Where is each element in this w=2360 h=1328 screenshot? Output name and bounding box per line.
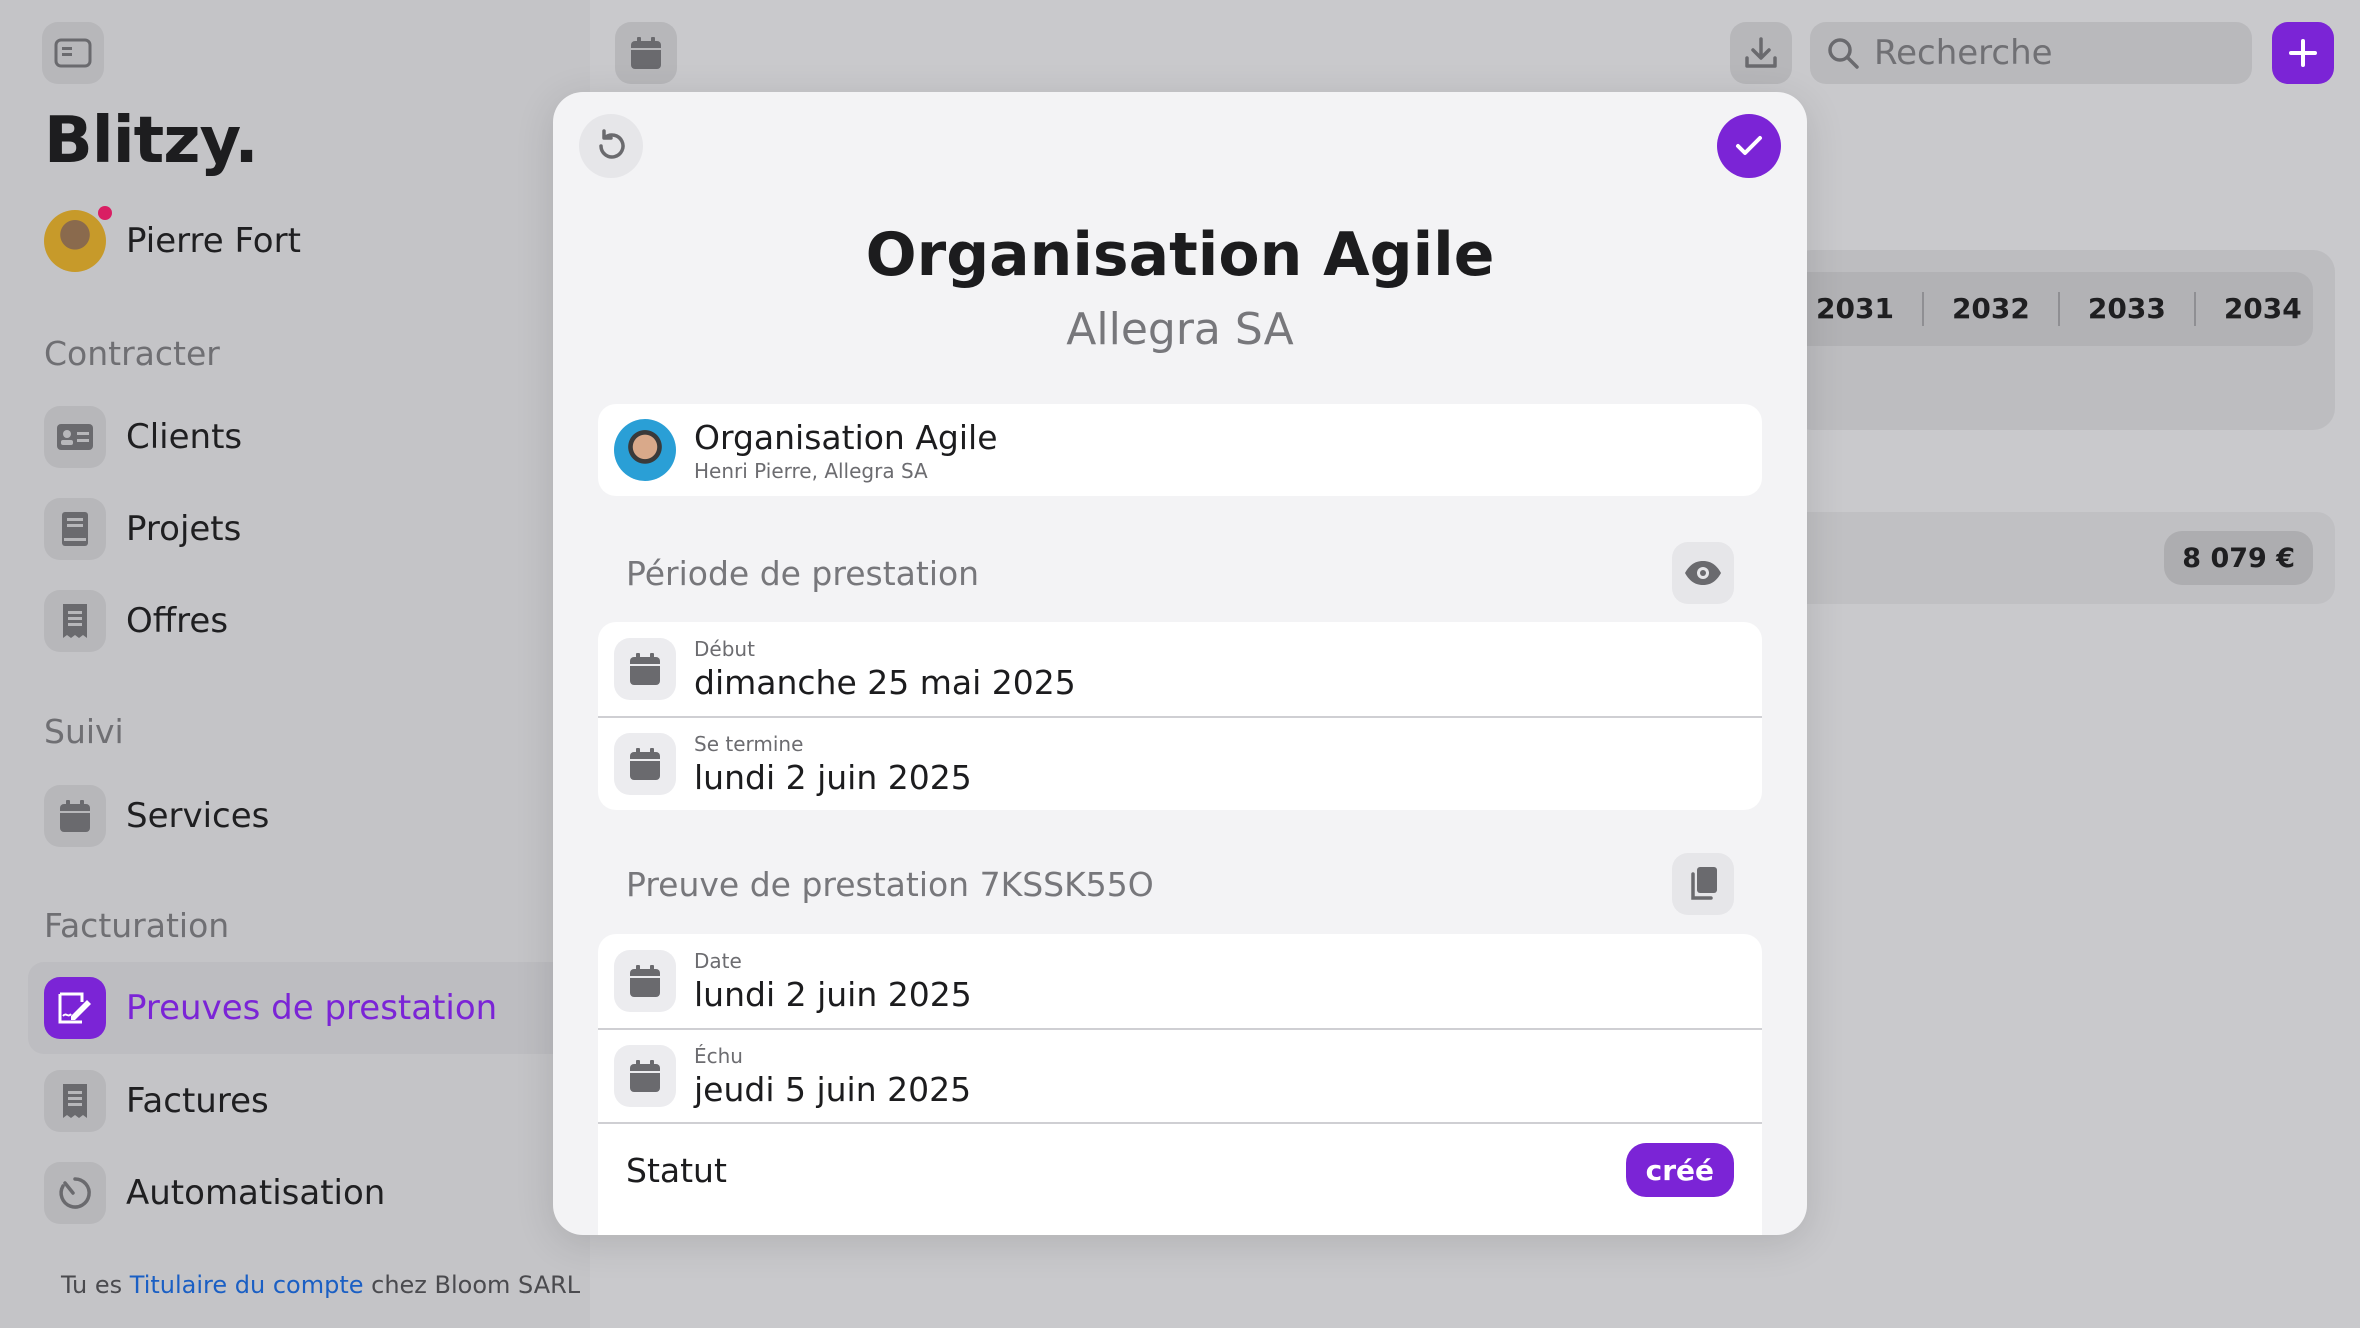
sidebar-toggle-button[interactable] (42, 22, 104, 84)
sidebar-item-preuves-de-prestation[interactable]: Preuves de prestation (44, 977, 497, 1039)
user-profile[interactable]: Pierre Fort (44, 206, 301, 272)
status-label: Statut (626, 1150, 727, 1190)
year-tab[interactable]: 2033 (2060, 292, 2196, 326)
timer-icon (44, 1162, 106, 1224)
calendar-icon (614, 733, 676, 795)
check-icon (1736, 136, 1762, 155)
modal-subtitle: Allegra SA (1066, 304, 1294, 355)
sidebar-item-projets[interactable]: Projets (44, 498, 241, 560)
copy-icon (1691, 867, 1717, 900)
sidebar-item-offres[interactable]: Offres (44, 590, 228, 652)
add-button[interactable] (2272, 22, 2334, 84)
undo-icon (599, 129, 625, 159)
receipt-icon (44, 1070, 106, 1132)
year-tab[interactable]: 2032 (1924, 292, 2060, 326)
field-label: Échu (694, 1043, 743, 1068)
confirm-button[interactable] (1717, 114, 1781, 178)
sidebar-item-automatisation[interactable]: Automatisation (44, 1162, 385, 1224)
field-value: lundi 2 juin 2025 (694, 757, 972, 797)
eye-icon (1685, 561, 1721, 585)
field-label: Se termine (694, 731, 804, 756)
footer-suffix: chez Bloom SARL (363, 1271, 581, 1299)
calendar-button[interactable] (615, 22, 677, 84)
download-button[interactable] (1730, 22, 1792, 84)
field-label: Date (694, 948, 742, 973)
section-title-facturation: Facturation (44, 906, 230, 945)
status-row: Statut créé (598, 1122, 1762, 1216)
search-input[interactable] (1874, 33, 2224, 73)
account-footer: Tu es Titulaire du compte chez Bloom SAR… (61, 1271, 580, 1299)
calendar-icon (44, 785, 106, 847)
sidebar-item-factures[interactable]: Factures (44, 1070, 269, 1132)
download-icon (1745, 37, 1777, 68)
modal-title: Organisation Agile (865, 220, 1495, 290)
status-badge[interactable]: créé (1625, 1143, 1734, 1197)
user-name: Pierre Fort (126, 221, 301, 261)
sidebar-toggle-icon (54, 38, 92, 68)
calendar-icon (631, 37, 661, 69)
proof-title: Preuve de prestation 7KSSK55O (626, 864, 1154, 904)
search-bar[interactable] (1810, 22, 2252, 84)
calendar-icon (614, 638, 676, 700)
calendar-icon (614, 1045, 676, 1107)
list-item[interactable]: 8 079 € (1790, 512, 2335, 604)
footer-prefix: Tu es (61, 1271, 130, 1299)
avatar (44, 206, 112, 272)
year-tab[interactable]: 2031 (1790, 292, 1924, 326)
plus-icon (2289, 39, 2317, 67)
notification-dot (98, 206, 112, 220)
app-logo: Blitzy. (44, 104, 259, 178)
proof-header: Preuve de prestation 7KSSK55O (626, 853, 1734, 915)
period-header: Période de prestation (626, 542, 1734, 604)
receipt-icon (44, 590, 106, 652)
proof-of-service-modal: Organisation Agile Allegra SA Organisati… (553, 92, 1807, 1235)
project-meta: Henri Pierre, Allegra SA (694, 458, 928, 483)
proof-card: Date lundi 2 juin 2025 Échu jeudi 5 juin… (598, 934, 1762, 1235)
amount-badge: 8 079 € (2164, 531, 2313, 585)
sidebar-item-label: Automatisation (126, 1173, 386, 1213)
sidebar-item-label: Preuves de prestation (126, 988, 498, 1028)
sidebar-item-clients[interactable]: Clients (44, 406, 242, 468)
sidebar: Blitzy. Pierre Fort Contracter Clients P… (0, 0, 590, 1328)
field-value: jeudi 5 juin 2025 (694, 1069, 972, 1109)
account-role-link[interactable]: Titulaire du compte (130, 1271, 364, 1299)
sidebar-item-services[interactable]: Services (44, 785, 269, 847)
field-value: dimanche 25 mai 2025 (694, 662, 1076, 702)
contact-card-icon (44, 406, 106, 468)
start-date-field[interactable]: Début dimanche 25 mai 2025 (598, 622, 1762, 716)
sidebar-item-label: Services (126, 796, 270, 836)
book-icon (44, 498, 106, 560)
preview-button[interactable] (1672, 542, 1734, 604)
undo-button[interactable] (579, 114, 643, 178)
proof-date-field[interactable]: Date lundi 2 juin 2025 (598, 934, 1762, 1028)
field-label: Début (694, 636, 755, 661)
signature-icon (44, 977, 106, 1039)
project-name: Organisation Agile (694, 417, 998, 457)
year-tab[interactable]: 2034 (2196, 292, 2320, 326)
period-card: Début dimanche 25 mai 2025 Se termine lu… (598, 622, 1762, 810)
field-value: lundi 2 juin 2025 (694, 974, 972, 1014)
sidebar-item-label: Offres (126, 601, 229, 641)
search-icon (1828, 38, 1859, 69)
avatar (614, 419, 676, 481)
project-card[interactable]: Organisation Agile Henri Pierre, Allegra… (598, 404, 1762, 496)
sidebar-item-label: Factures (126, 1081, 269, 1121)
section-title-contracter: Contracter (44, 334, 220, 373)
end-date-field[interactable]: Se termine lundi 2 juin 2025 (598, 716, 1762, 810)
year-selector: 2031 2032 2033 2034 (1790, 272, 2313, 346)
calendar-icon (614, 950, 676, 1012)
section-title-suivi: Suivi (44, 712, 124, 751)
copy-button[interactable] (1672, 853, 1734, 915)
sidebar-item-label: Clients (126, 417, 243, 457)
due-date-field[interactable]: Échu jeudi 5 juin 2025 (598, 1028, 1762, 1122)
period-title: Période de prestation (626, 553, 980, 593)
sidebar-item-label: Projets (126, 509, 242, 549)
